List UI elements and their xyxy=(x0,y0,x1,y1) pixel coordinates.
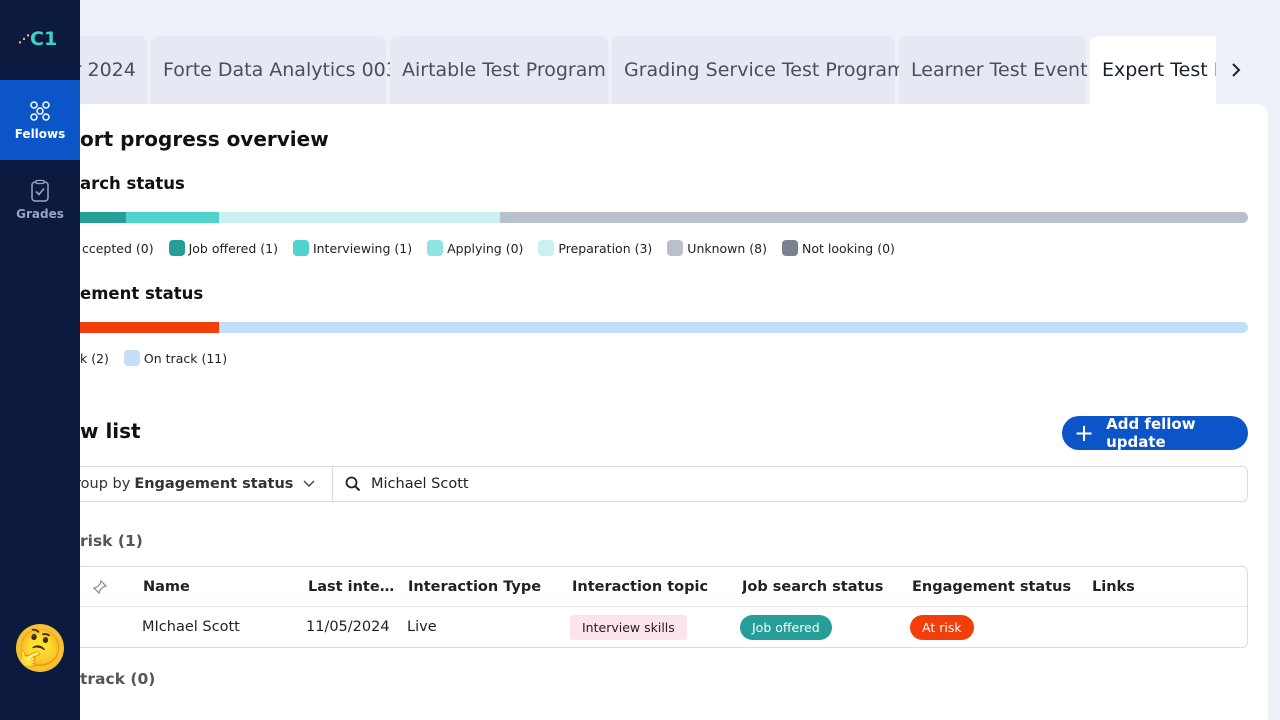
column-header-interaction-topic[interactable]: Interaction topic xyxy=(572,567,732,607)
main-area: or 2024 Forte Data Analytics 003 Airtabl… xyxy=(0,0,1280,720)
job-search-status-title: arch status xyxy=(80,174,185,193)
tab-label: Forte Data Analytics 003 xyxy=(163,59,398,81)
legend-swatch xyxy=(123,350,140,366)
chevron-right-icon xyxy=(1232,63,1241,77)
group-by-prefix: roup by xyxy=(75,476,131,492)
tab-grading-service-test-program[interactable]: Grading Service Test Program xyxy=(612,36,906,104)
grades-icon xyxy=(31,179,49,202)
app-logo[interactable]: ⋰ C1 xyxy=(18,28,57,50)
cell-interaction-type: Live xyxy=(407,619,437,635)
tab-label: Grading Service Test Program xyxy=(624,59,906,81)
sidebar-item-label: Grades xyxy=(16,207,64,221)
legend-item-not-looking: Not looking (0) xyxy=(782,240,895,256)
sidebar-item-fellows[interactable]: Fellows xyxy=(0,80,80,160)
legend-item-preparation: Preparation (3) xyxy=(538,240,652,256)
overview-title: ort progress overview xyxy=(80,127,329,151)
legend-label: Job offered (1) xyxy=(188,240,278,256)
legend-swatch xyxy=(667,240,684,256)
legend-label: Not looking (0) xyxy=(802,240,895,256)
bar-segment-interviewing xyxy=(126,212,219,223)
tab-label: Airtable Test Program xyxy=(402,59,606,81)
cell-interaction-topic: Interview skills xyxy=(570,607,735,647)
column-header-last-interaction[interactable]: Last inte… xyxy=(308,567,398,607)
interaction-topic-tag: Interview skills xyxy=(570,614,687,640)
pin-column-icon[interactable] xyxy=(93,567,113,607)
column-header-links[interactable]: Links xyxy=(1092,567,1172,607)
legend-swatch xyxy=(538,240,555,256)
job-search-legend: ccepted (0) Job offered (1) Interviewing… xyxy=(62,240,910,256)
column-header-interaction-type[interactable]: Interaction Type xyxy=(408,567,563,607)
add-fellow-update-label: Add fellow update xyxy=(1106,415,1196,451)
tab-airtable-test-program[interactable]: Airtable Test Program xyxy=(390,36,608,104)
legend-swatch xyxy=(168,240,185,256)
search-input[interactable]: Michael Scott xyxy=(333,467,469,501)
table-header: Name Last inte… Interaction Type Interac… xyxy=(31,567,1247,607)
legend-item-job-offered: Job offered (1) xyxy=(168,240,278,256)
sidebar: ⋰ C1 Fellows Grades 🤔 xyxy=(0,0,80,720)
legend-label: ccepted (0) xyxy=(82,240,154,256)
sidebar-item-grades[interactable]: Grades xyxy=(0,160,80,240)
tab-label: Learner Test Event xyxy=(911,59,1088,81)
legend-item-applying: Applying (0) xyxy=(427,240,523,256)
sidebar-item-label: Fellows xyxy=(14,127,66,141)
engagement-status-bar xyxy=(30,322,1248,333)
plus-icon: + xyxy=(1074,419,1095,447)
column-header-job-search-status[interactable]: Job search status xyxy=(742,567,902,607)
tab-label: Expert Test P xyxy=(1102,59,1216,81)
search-icon xyxy=(345,476,361,492)
avatar-emoji: 🤔 xyxy=(17,628,63,669)
legend-item-unknown: Unknown (8) xyxy=(667,240,767,256)
bar-segment-on-track xyxy=(219,322,1248,333)
cell-engagement-status: At risk xyxy=(910,607,1080,647)
legend-swatch xyxy=(427,240,444,256)
engagement-status-title: ement status xyxy=(80,284,204,303)
legend-label: Applying (0) xyxy=(447,240,524,256)
group-by-value: Engagement status xyxy=(134,476,294,492)
fellow-list-title: w list xyxy=(80,419,141,443)
cell-name[interactable]: MIchael Scott xyxy=(142,607,302,647)
logo-text: C1 xyxy=(30,28,58,50)
tab-learner-test-event[interactable]: Learner Test Event xyxy=(899,36,1088,104)
job-search-status-bar xyxy=(30,212,1248,223)
cell-job-search-status: Job offered xyxy=(740,607,905,647)
tab-expert-test-program[interactable]: Expert Test P xyxy=(1090,36,1216,104)
table-row[interactable]: MIchael Scott 11/05/2024 Live Interview … xyxy=(31,607,1247,647)
legend-label: Unknown (8) xyxy=(687,240,768,256)
legend-item-on-track: On track (11) xyxy=(123,350,228,366)
legend-item-interviewing: Interviewing (1) xyxy=(292,240,413,256)
engagement-status-badge: At risk xyxy=(910,614,974,640)
cell-last-interaction: 11/05/2024 xyxy=(306,619,390,635)
chevron-down-icon xyxy=(303,480,315,487)
legend-label: Interviewing (1) xyxy=(312,240,413,256)
fellow-table: Name Last inte… Interaction Type Interac… xyxy=(30,566,1248,648)
legend-swatch xyxy=(292,240,309,256)
column-header-name[interactable]: Name xyxy=(143,567,293,607)
job-search-status-badge: Job offered xyxy=(740,614,832,640)
engagement-legend: k (2) On track (11) xyxy=(80,350,242,366)
legend-label: k (2) xyxy=(80,350,109,366)
tab-forte-data-analytics[interactable]: Forte Data Analytics 003 xyxy=(151,36,398,104)
column-header-engagement-status[interactable]: Engagement status xyxy=(912,567,1082,607)
list-toolbar: roup by Engagement status Michael Scott xyxy=(30,466,1248,502)
logo-mark: ⋰ xyxy=(18,32,30,46)
legend-swatch xyxy=(782,240,799,256)
legend-item-at-risk: k (2) xyxy=(80,351,109,366)
tabs-next-button[interactable] xyxy=(1216,36,1256,104)
bar-segment-unknown xyxy=(500,212,1248,223)
fellows-icon xyxy=(30,101,50,121)
user-avatar[interactable]: 🤔 xyxy=(16,624,64,672)
search-value: Michael Scott xyxy=(371,476,469,492)
legend-label: On track (11) xyxy=(143,350,228,366)
pin-icon xyxy=(93,580,107,594)
group-on-track-title[interactable]: track (0) xyxy=(80,670,155,688)
program-tabs: or 2024 Forte Data Analytics 003 Airtabl… xyxy=(0,36,1216,104)
bar-segment-preparation xyxy=(219,212,500,223)
group-at-risk-title[interactable]: risk (1) xyxy=(80,532,143,550)
legend-label: Preparation (3) xyxy=(558,240,653,256)
add-fellow-update-button[interactable]: + Add fellow update xyxy=(1062,415,1248,451)
cell-links xyxy=(1092,607,1172,647)
